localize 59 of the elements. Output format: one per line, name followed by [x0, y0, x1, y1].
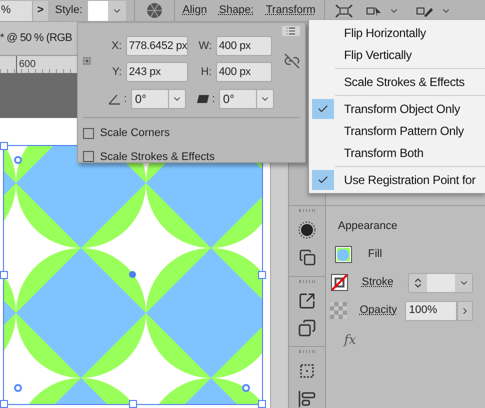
shear-icon: [196, 94, 210, 104]
angle-icon: [108, 93, 122, 105]
panel-link[interactable]: Align: [182, 2, 207, 19]
selection-handle[interactable]: [129, 400, 137, 408]
recolor-icon[interactable]: [146, 2, 163, 19]
selection-handle[interactable]: [0, 142, 8, 150]
field-label: W:: [198, 38, 212, 54]
menu-item[interactable]: Transform Pattern Only: [312, 120, 485, 142]
check-icon: [312, 99, 334, 119]
menu-item[interactable]: Flip Vertically: [312, 44, 485, 66]
field-label: H:: [200, 64, 212, 80]
fill-swatch[interactable]: [334, 246, 352, 263]
field-label: Y:: [111, 64, 122, 80]
selection-handle[interactable]: [258, 271, 266, 279]
style-dropdown[interactable]: [88, 0, 126, 20]
value-field[interactable]: 400 px: [216, 62, 272, 82]
align-icon[interactable]: [296, 390, 318, 408]
style-label: Style:: [55, 3, 83, 18]
angle-dropdown[interactable]: 0°: [130, 89, 186, 109]
constrain-proportions-icon[interactable]: [284, 53, 300, 69]
menu-item[interactable]: Flip Horizontally: [312, 22, 485, 44]
expand-button[interactable]: >: [32, 0, 48, 20]
appearance-label[interactable]: Opacity: [360, 302, 397, 319]
fit-frame-icon[interactable]: [334, 4, 353, 18]
appearance-label: Fill: [368, 247, 384, 262]
selection-handle[interactable]: [0, 271, 8, 279]
document-tab[interactable]: * @ 50 % (RGB: [0, 30, 72, 46]
appearance-label[interactable]: Stroke: [362, 274, 400, 291]
field-label: X:: [110, 38, 122, 54]
selection-handle[interactable]: [0, 400, 8, 408]
effects-button[interactable]: fx: [344, 330, 356, 350]
zoom-field[interactable]: %: [0, 0, 32, 20]
checkbox[interactable]: [83, 151, 94, 162]
value-field[interactable]: 243 px: [126, 62, 188, 82]
checkbox-label: Scale Strokes & Effects: [100, 150, 215, 164]
selection-handle[interactable]: [258, 400, 266, 408]
checkbox[interactable]: [83, 128, 94, 139]
menu-item[interactable]: Use Registration Point for: [312, 169, 485, 191]
opacity-field[interactable]: 100%: [405, 300, 457, 320]
panel-title: Appearance: [338, 219, 398, 234]
opacity-swatch[interactable]: [330, 302, 348, 319]
menu-item[interactable]: Transform Both: [312, 142, 485, 164]
field-label: :: [212, 92, 215, 107]
record-icon[interactable]: [296, 221, 318, 240]
panel-menu-button[interactable]: [282, 26, 300, 36]
value-field[interactable]: 400 px: [216, 36, 272, 56]
value-field[interactable]: 778.6452 px: [126, 36, 188, 56]
menu-item[interactable]: Scale Strokes & Effects: [312, 71, 485, 93]
layers-icon[interactable]: [296, 318, 318, 338]
field-label: :: [124, 92, 127, 107]
ruler-label: 600: [19, 58, 36, 72]
panel-link[interactable]: Shape:: [218, 2, 254, 19]
shear-dropdown[interactable]: 0°: [219, 89, 274, 109]
check-icon: [312, 170, 334, 190]
panel-link[interactable]: Transform: [266, 2, 316, 19]
checkbox-label: Scale Corners: [100, 126, 170, 141]
stroke-swatch[interactable]: [331, 274, 348, 291]
stroke-weight-field[interactable]: [408, 272, 473, 292]
menu-item[interactable]: Transform Object Only: [312, 98, 485, 120]
